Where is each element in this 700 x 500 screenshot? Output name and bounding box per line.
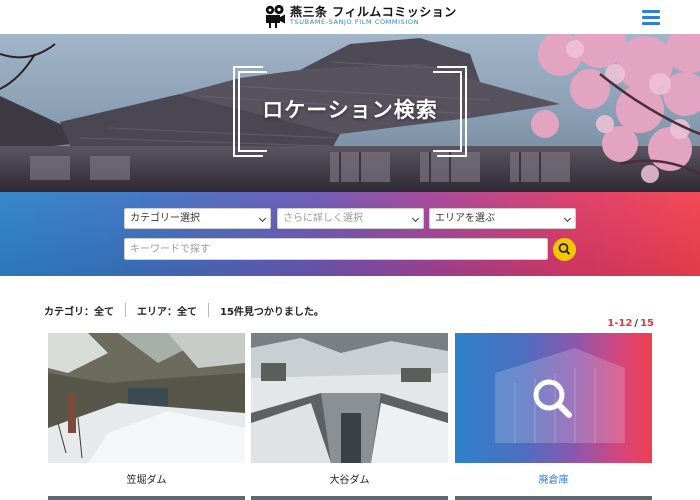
search-panel-background [0, 192, 700, 276]
location-thumbnail [455, 333, 652, 463]
area-filter-label: エリア：全て [137, 306, 197, 318]
pagination-count: 1-12/15 [607, 318, 654, 329]
location-name: 廃倉庫 [538, 475, 569, 486]
site-logo[interactable]: 燕三条 フィルムコミッション TSUBAME-SANJO FILM COMMIS… [263, 4, 457, 28]
search-button[interactable] [553, 238, 576, 261]
location-name: 大谷ダム [329, 475, 370, 486]
search-icon [558, 243, 570, 255]
location-card-next-row [455, 496, 652, 500]
category-filter-label: カテゴリ：全て [44, 306, 114, 318]
keyword-input[interactable] [124, 238, 548, 260]
logo-title: 燕三条 フィルムコミッション [290, 5, 457, 20]
location-card[interactable]: 笠堀ダム [48, 333, 245, 486]
area-select[interactable]: エリアを選ぶ [429, 208, 576, 229]
location-card-next-row [251, 496, 448, 500]
category-select[interactable]: カテゴリー選択 [124, 208, 271, 229]
location-thumbnail [251, 333, 448, 463]
filter-summary: カテゴリ：全て エリア：全て 15件見つかりました。 [44, 302, 324, 318]
result-count: 15件見つかりました。 [220, 306, 324, 318]
page-title: ロケーション検索 [262, 98, 438, 122]
chevron-down-icon [411, 214, 420, 223]
detail-select-value: さらに詳しく選択 [283, 213, 363, 224]
search-panel: カテゴリー選択 さらに詳しく選択 エリアを選ぶ [0, 192, 700, 276]
chevron-down-icon [258, 214, 267, 223]
divider [125, 303, 126, 317]
logo-subtitle: TSUBAME-SANJO FILM COMMISION [290, 18, 420, 27]
hero-banner: ロケーション検索 [0, 34, 700, 192]
category-select-value: カテゴリー選択 [130, 213, 200, 224]
location-name: 笠堀ダム [126, 475, 167, 486]
divider [208, 303, 209, 317]
site-header: 燕三条 フィルムコミッション TSUBAME-SANJO FILM COMMIS… [0, 0, 700, 34]
location-card[interactable]: 廃倉庫 [455, 333, 652, 486]
pagination-range: 1-12 [607, 318, 633, 329]
location-card[interactable]: 大谷ダム [251, 333, 448, 486]
location-thumbnail [48, 333, 245, 463]
location-card-next-row [48, 496, 245, 500]
film-camera-icon [263, 4, 287, 28]
chevron-down-icon [563, 214, 572, 223]
detail-select[interactable]: さらに詳しく選択 [277, 208, 424, 229]
pagination-total: 15 [640, 318, 654, 329]
area-select-value: エリアを選ぶ [435, 213, 495, 224]
hamburger-menu-icon[interactable] [642, 10, 660, 25]
